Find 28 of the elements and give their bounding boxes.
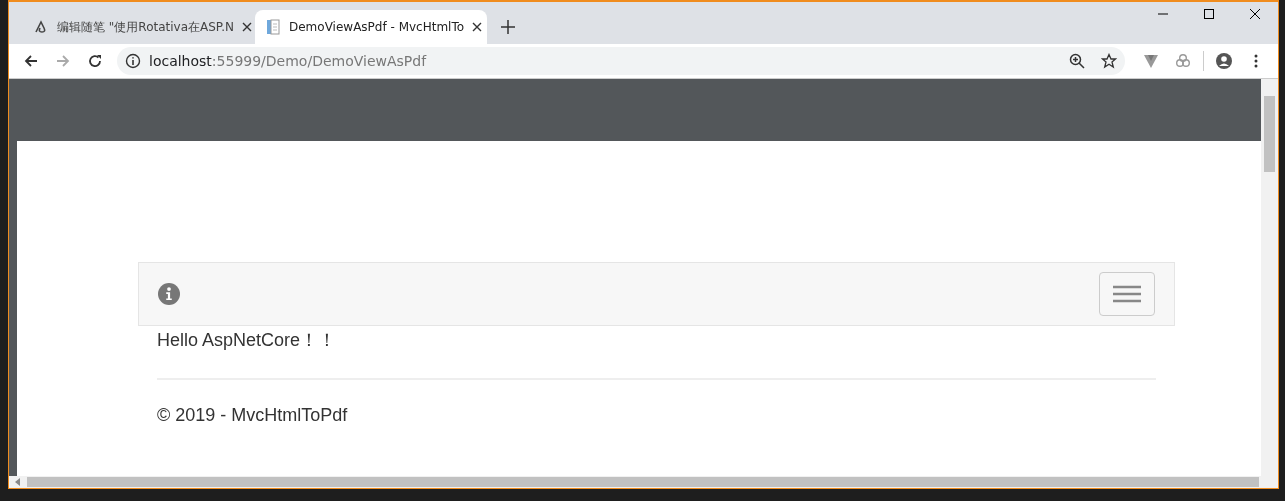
tab-title: DemoViewAsPdf - MvcHtmlTo bbox=[289, 20, 465, 34]
star-icon[interactable] bbox=[1101, 53, 1117, 69]
zoom-icon[interactable] bbox=[1069, 53, 1085, 69]
message-text: Hello AspNetCore！！ bbox=[157, 329, 338, 352]
tab-title: 编辑随笔 "使用Rotativa在ASP.N bbox=[57, 18, 234, 36]
menu-button[interactable] bbox=[1099, 272, 1155, 316]
menu-icon bbox=[1113, 285, 1141, 303]
circles-extension-icon[interactable] bbox=[1175, 53, 1191, 69]
document-icon bbox=[265, 19, 281, 35]
info-icon[interactable] bbox=[125, 53, 141, 69]
footer-text: © 2019 - MvcHtmlToPdf bbox=[157, 405, 349, 426]
close-icon[interactable] bbox=[1249, 8, 1261, 20]
vertical-scrollbar[interactable] bbox=[1261, 79, 1278, 488]
v-extension-icon[interactable] bbox=[1143, 53, 1159, 69]
browser-tab[interactable]: 编辑随笔 "使用Rotativa在ASP.N bbox=[23, 10, 255, 44]
browser-tab[interactable]: DemoViewAsPdf - MvcHtmlTo bbox=[255, 10, 487, 44]
horizontal-scrollbar[interactable] bbox=[9, 476, 1261, 488]
reload-icon[interactable] bbox=[87, 53, 103, 69]
close-icon[interactable] bbox=[242, 22, 252, 32]
info-icon bbox=[158, 283, 180, 305]
url-text: localhost:55999/Demo/DemoViewAsPdf bbox=[149, 53, 427, 69]
close-icon[interactable] bbox=[472, 22, 483, 32]
address-bar[interactable]: localhost:55999/Demo/DemoViewAsPdf bbox=[117, 47, 1125, 75]
scroll-left-icon[interactable] bbox=[15, 478, 21, 486]
maximize-icon[interactable] bbox=[1203, 8, 1215, 20]
new-tab-icon[interactable] bbox=[501, 20, 515, 34]
account-icon[interactable] bbox=[1216, 53, 1232, 69]
back-icon[interactable] bbox=[23, 53, 39, 69]
